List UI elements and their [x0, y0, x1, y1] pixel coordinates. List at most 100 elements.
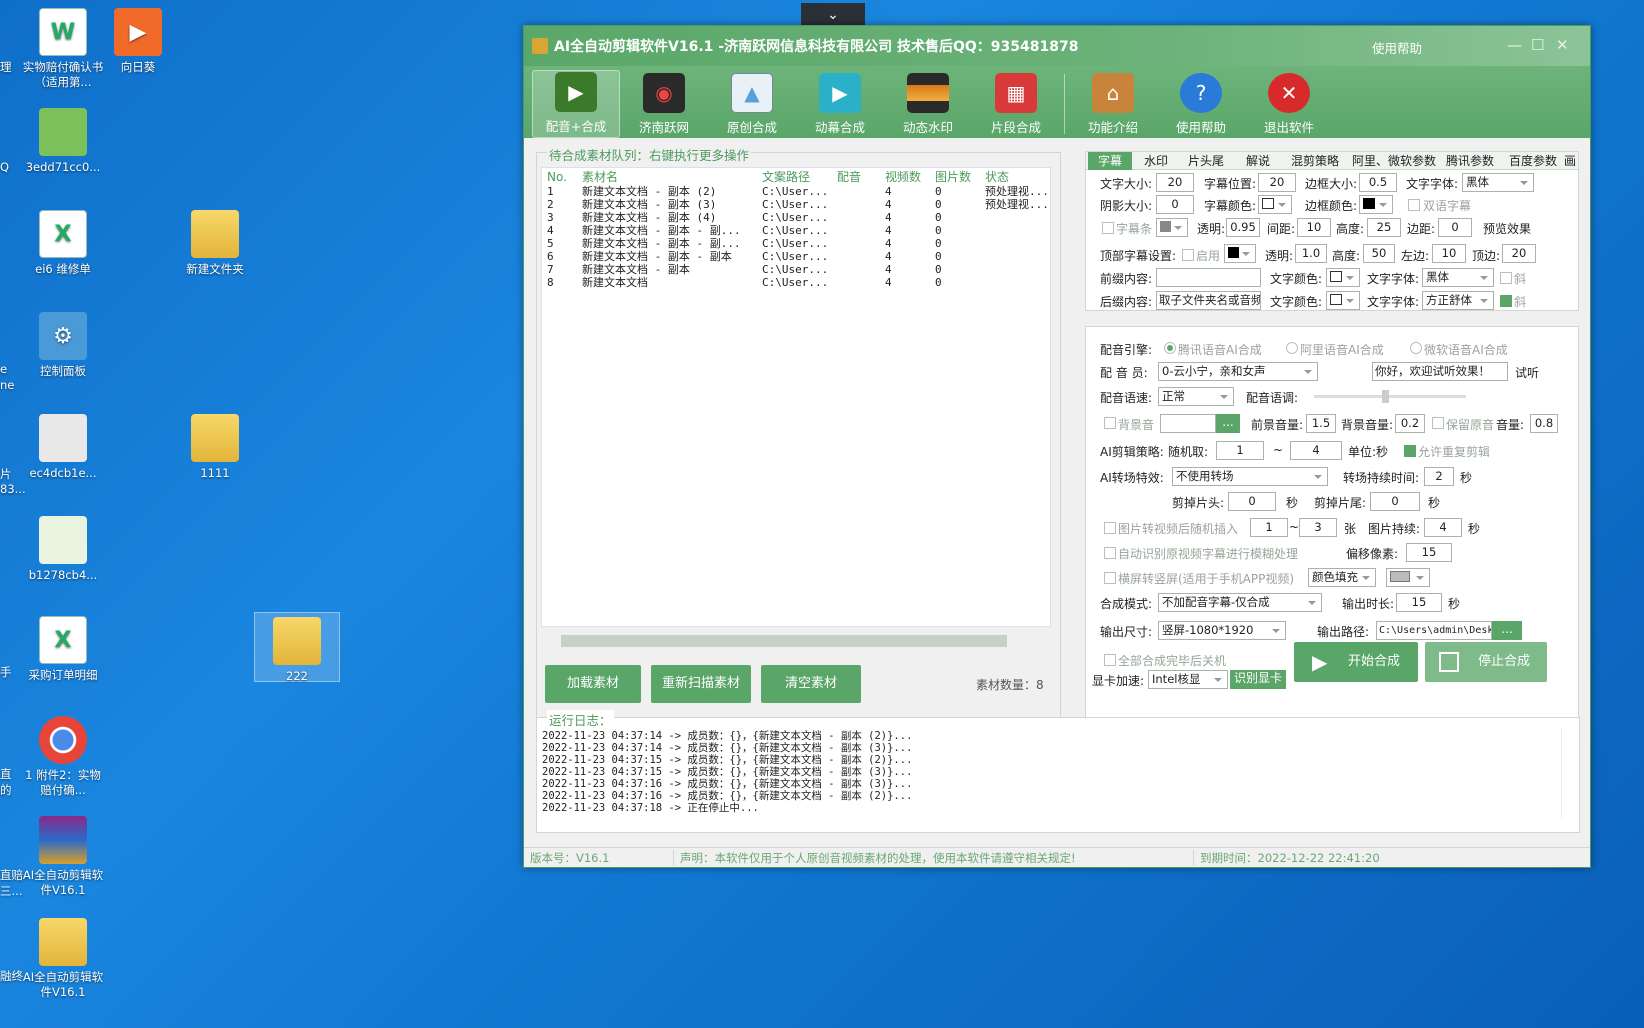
- toolbar-intro-button[interactable]: ⌂ 功能介绍: [1069, 70, 1157, 138]
- toolbar-exit-button[interactable]: ✕ 退出软件: [1245, 70, 1333, 138]
- bgm-checkbox[interactable]: [1104, 417, 1116, 429]
- suffix-input[interactable]: 取子文件夹名或音频: [1156, 291, 1261, 310]
- prefix-font-select[interactable]: 黑体: [1422, 268, 1494, 287]
- border-size-input[interactable]: 0.5: [1359, 173, 1397, 192]
- col-status[interactable]: 状态: [985, 168, 1050, 185]
- start-compose-button[interactable]: ▶ 开始合成: [1294, 642, 1418, 682]
- top-margin-input[interactable]: 20: [1502, 244, 1536, 263]
- col-images[interactable]: 图片数: [935, 168, 985, 185]
- col-path[interactable]: 文案路径: [762, 168, 837, 185]
- queue-table[interactable]: No. 素材名 文案路径 配音 视频数 图片数 状态 1 新建文本文档 - 副本 …: [541, 167, 1051, 627]
- table-row[interactable]: 8 新建文本文档 C:\User... 4 0: [542, 276, 1050, 289]
- height-input[interactable]: 25: [1367, 218, 1401, 237]
- gap-input[interactable]: 10: [1297, 218, 1331, 237]
- scroll-thumb[interactable]: [561, 635, 1007, 647]
- offset-input[interactable]: 15: [1406, 543, 1452, 562]
- prefix-input[interactable]: [1156, 268, 1261, 287]
- image-duration-input[interactable]: 4: [1424, 518, 1462, 537]
- image-insert-checkbox[interactable]: [1104, 522, 1116, 534]
- desktop-icon-ei6[interactable]: Xei6 维修单: [20, 210, 106, 277]
- gpu-select[interactable]: Intel核显: [1148, 670, 1228, 689]
- transition-select[interactable]: 不使用转场: [1172, 467, 1328, 486]
- top-color-picker[interactable]: [1224, 244, 1256, 263]
- font-size-input[interactable]: 20: [1156, 173, 1194, 192]
- table-row[interactable]: 6 新建文本文档 - 副本 - 副本 C:\User... 4 0: [542, 250, 1050, 263]
- stop-compose-button[interactable]: 停止合成: [1425, 642, 1547, 682]
- tab-more[interactable]: 画: [1564, 152, 1578, 170]
- desktop-icon-aifolder[interactable]: AI全自动剪辑软件V16.1: [20, 918, 106, 1000]
- desktop-icon-img1[interactable]: 3edd71cc0...: [20, 108, 106, 175]
- table-row[interactable]: 5 新建文本文档 - 副本 - 副... C:\User... 4 0: [542, 237, 1050, 250]
- col-dub[interactable]: 配音: [837, 168, 885, 185]
- toolbar-help-button[interactable]: ? 使用帮助: [1157, 70, 1245, 138]
- tab-ali-ms-params[interactable]: 阿里、微软参数: [1352, 152, 1436, 170]
- desktop-icon-1111[interactable]: 1111: [172, 414, 258, 481]
- clear-material-button[interactable]: 清空素材: [761, 665, 861, 703]
- desktop-icon-control[interactable]: ⚙ 控制面板: [20, 312, 106, 379]
- top-enable-checkbox[interactable]: [1182, 249, 1194, 261]
- toolbar-original-button[interactable]: ▲ 原创合成: [708, 70, 796, 138]
- top-left-input[interactable]: 10: [1432, 244, 1466, 263]
- tab-intro-outro[interactable]: 片头尾: [1188, 152, 1224, 170]
- title-bar[interactable]: AI全自动剪辑软件V16.1 -济南跃网信息科技有限公司 技术售后QQ：9354…: [524, 26, 1590, 66]
- horizontal-scrollbar[interactable]: [547, 633, 1051, 647]
- maximize-icon[interactable]: ☐: [1531, 36, 1544, 54]
- table-row[interactable]: 2 新建文本文档 - 副本 (3) C:\User... 4 0 预处理视...: [542, 198, 1050, 211]
- image-max-input[interactable]: 3: [1299, 518, 1337, 537]
- bar-color-picker[interactable]: [1156, 218, 1188, 237]
- path-input[interactable]: C:\Users\admin\Desktop\: [1376, 621, 1492, 640]
- detect-gpu-button[interactable]: 识别显卡: [1230, 670, 1286, 689]
- help-link[interactable]: 使用帮助: [1372, 38, 1422, 57]
- desktop-icon-newfolder[interactable]: 新建文件夹: [172, 210, 258, 277]
- col-name[interactable]: 素材名: [582, 168, 762, 185]
- desktop-icon-img3[interactable]: b1278cb4...: [20, 516, 106, 583]
- desktop-icon-chrome[interactable]: 1 附件2：实物赔付确...: [20, 716, 106, 798]
- portrait-checkbox[interactable]: [1104, 572, 1116, 584]
- engine-tencent-radio[interactable]: [1164, 342, 1176, 354]
- allow-repeat-checkbox[interactable]: [1404, 445, 1416, 457]
- fg-volume-input[interactable]: 1.5: [1306, 414, 1336, 433]
- log-scrollbar[interactable]: [1561, 728, 1571, 818]
- subtitle-color-picker[interactable]: [1258, 195, 1292, 214]
- border-color-picker[interactable]: [1359, 195, 1393, 214]
- path-browse-button[interactable]: ...: [1492, 621, 1522, 640]
- rescan-material-button[interactable]: 重新扫描素材: [651, 665, 751, 703]
- voicer-select[interactable]: 0-云小宁，亲和女声: [1158, 362, 1318, 381]
- tab-tencent-params[interactable]: 腾讯参数: [1446, 152, 1494, 170]
- blur-subtitle-checkbox[interactable]: [1104, 547, 1116, 559]
- desktop-icon-purchase[interactable]: X 采购订单明细: [20, 616, 106, 683]
- alpha-input[interactable]: 0.95: [1226, 218, 1260, 237]
- table-row[interactable]: 3 新建文本文档 - 副本 (4) C:\User... 4 0: [542, 211, 1050, 224]
- table-row[interactable]: 1 新建文本文档 - 副本 (2) C:\User... 4 0 预处理视...: [542, 185, 1050, 198]
- desktop-icon-winrar[interactable]: AI全自动剪辑软件V16.1: [20, 816, 106, 898]
- subtitle-pos-input[interactable]: 20: [1258, 173, 1296, 192]
- bg-volume-input[interactable]: 0.2: [1395, 414, 1425, 433]
- desktop-icon-222[interactable]: 222: [254, 612, 340, 683]
- transition-duration-input[interactable]: 2: [1424, 467, 1454, 486]
- engine-ms-radio[interactable]: [1410, 342, 1422, 354]
- col-videos[interactable]: 视频数: [885, 168, 935, 185]
- toolbar-motion-button[interactable]: ▶ 动幕合成: [796, 70, 884, 138]
- bgm-browse-button[interactable]: ...: [1216, 414, 1240, 433]
- speed-select[interactable]: 正常: [1158, 387, 1234, 406]
- random-max-input[interactable]: 4: [1290, 441, 1342, 460]
- toolbar-watermark-button[interactable]: 动态水印: [884, 70, 972, 138]
- minimize-icon[interactable]: —: [1507, 36, 1522, 54]
- col-no[interactable]: No.: [542, 168, 582, 185]
- suffix-font-select[interactable]: 方正舒体: [1422, 291, 1494, 310]
- test-text-input[interactable]: 你好，欢迎试听效果！: [1372, 362, 1508, 381]
- tab-baidu-params[interactable]: 百度参数: [1509, 152, 1557, 170]
- tab-subtitle[interactable]: 字幕: [1088, 152, 1132, 170]
- tone-slider[interactable]: [1314, 390, 1466, 403]
- suffix-italic-checkbox[interactable]: [1500, 295, 1512, 307]
- suffix-color-picker[interactable]: [1326, 291, 1360, 310]
- table-row[interactable]: 7 新建文本文档 - 副本 C:\User... 4 0: [542, 263, 1050, 276]
- font-select[interactable]: 黑体: [1462, 173, 1534, 192]
- tab-mix-strategy[interactable]: 混剪策略: [1291, 152, 1339, 170]
- bgm-path-input[interactable]: [1160, 414, 1216, 433]
- table-row[interactable]: 4 新建文本文档 - 副本 - 副... C:\User... 4 0: [542, 224, 1050, 237]
- load-material-button[interactable]: 加载素材: [545, 665, 641, 703]
- dual-subtitle-checkbox[interactable]: [1408, 199, 1420, 211]
- margin-input[interactable]: 0: [1438, 218, 1472, 237]
- engine-ali-radio[interactable]: [1286, 342, 1298, 354]
